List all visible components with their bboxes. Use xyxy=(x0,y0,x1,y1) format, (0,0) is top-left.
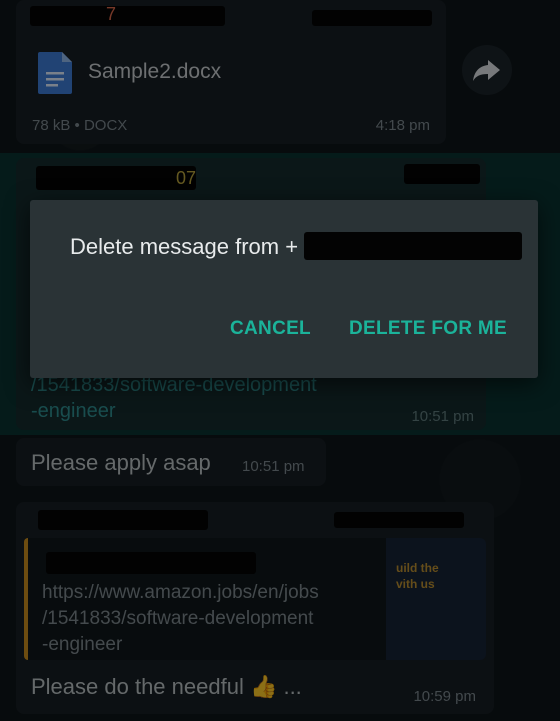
redacted-contact xyxy=(304,232,522,260)
cancel-button[interactable]: CANCEL xyxy=(230,318,311,340)
delete-for-me-button[interactable]: DELETE FOR ME xyxy=(349,318,507,340)
dialog-message: Delete message from + xyxy=(70,234,299,259)
delete-message-dialog: Delete message from + CANCEL DELETE FOR … xyxy=(30,200,538,378)
